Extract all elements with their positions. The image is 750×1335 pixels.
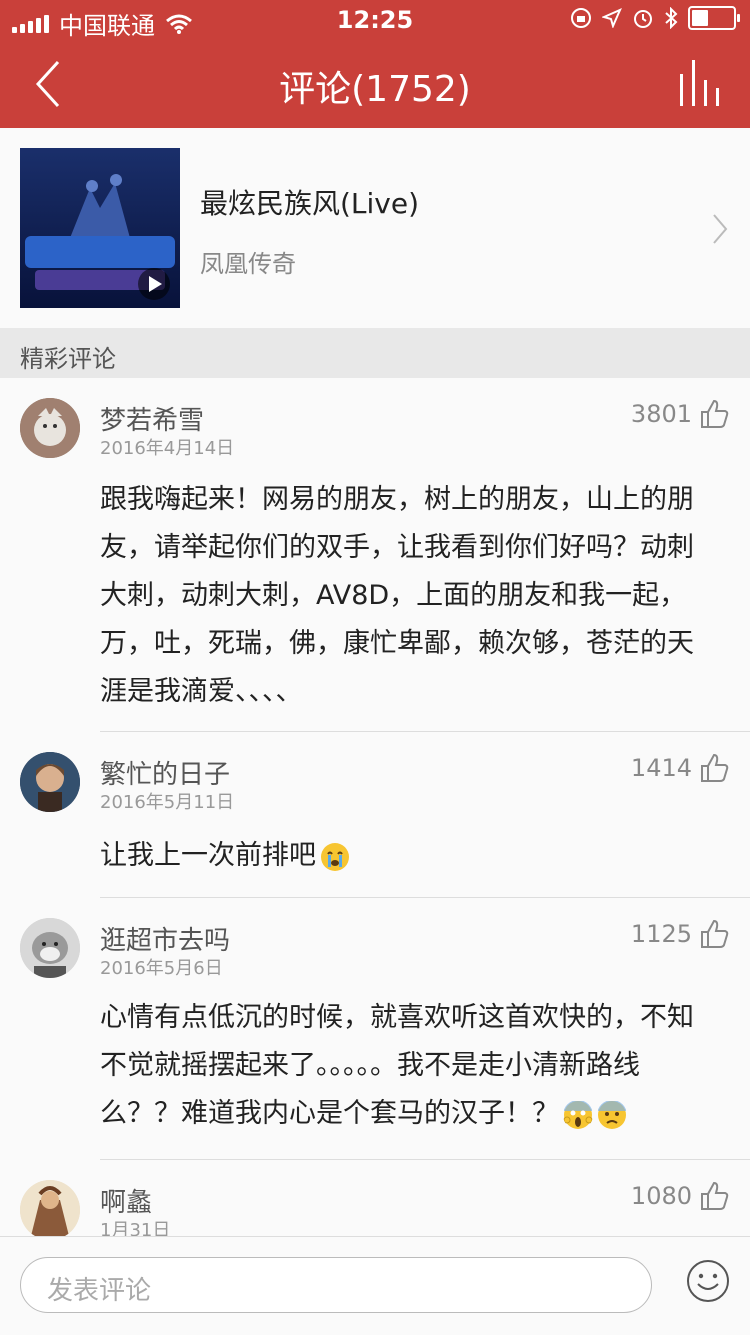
- thumbs-up-icon: [701, 753, 729, 782]
- song-card[interactable]: 最炫民族风(Live) 凤凰传奇: [0, 128, 750, 328]
- screaming-emoji-icon: [563, 1100, 593, 1129]
- comment-item: 逛超市去吗 2016年5月6日 1125 心情有点低沉的时候，就喜欢听这首欢快的…: [0, 898, 750, 1160]
- comment-date: 2016年5月6日: [100, 958, 223, 979]
- cover-art: [20, 148, 180, 308]
- comment-input-placeholder: 发表评论: [47, 1276, 152, 1306]
- status-bar: 中国联通 12:25: [0, 0, 750, 40]
- comment-text: 让我上一次前排吧: [100, 840, 316, 871]
- comment-item: 梦若希雪 2016年4月14日 3801 跟我嗨起来！网易的朋友，树上的朋友，山…: [0, 378, 750, 732]
- like-button[interactable]: 1414: [631, 752, 730, 784]
- comment-date: 2016年5月11日: [100, 792, 235, 813]
- avatar[interactable]: [20, 918, 80, 978]
- page-title: 评论(1752): [279, 69, 471, 110]
- thumbs-up-icon: [701, 399, 729, 428]
- like-count: 1414: [630, 754, 692, 782]
- nav-bar: 评论(1752): [0, 40, 750, 128]
- comment-username[interactable]: 梦若希雪: [100, 400, 204, 437]
- song-title: 最炫民族风(Live): [200, 187, 420, 220]
- battery-icon: [688, 6, 740, 30]
- comment-input[interactable]: 发表评论: [20, 1257, 652, 1313]
- comment-date: 1月31日: [100, 1220, 171, 1236]
- comment-username[interactable]: 繁忙的日子: [100, 754, 230, 791]
- comment-date: 2016年4月14日: [100, 438, 235, 459]
- like-count: 1125: [630, 920, 692, 948]
- thumbs-up-icon: [701, 1181, 729, 1210]
- thumbs-up-icon: [701, 919, 729, 948]
- song-artist: 凤凰传奇: [200, 250, 296, 278]
- like-button[interactable]: 1125: [631, 918, 730, 950]
- song-cover[interactable]: [20, 148, 180, 308]
- like-button[interactable]: 1080: [631, 1180, 730, 1212]
- comment-input-bar: 发表评论: [0, 1236, 750, 1335]
- rotation-lock-icon: [571, 8, 591, 28]
- section-header: 精彩评论: [0, 328, 750, 378]
- crying-emoji-icon: [321, 842, 349, 871]
- comment-username[interactable]: 啊蠡: [100, 1182, 152, 1219]
- like-count: 3801: [630, 400, 692, 428]
- comment-username[interactable]: 逛超市去吗: [100, 920, 230, 957]
- comment-text-wrap: 让我上一次前排吧: [100, 832, 720, 880]
- chevron-right-icon: [713, 214, 728, 244]
- like-button[interactable]: 3801: [631, 398, 730, 430]
- comment-item: 繁忙的日子 2016年5月11日 1414 让我上一次前排吧: [0, 732, 750, 898]
- avatar[interactable]: [20, 398, 80, 458]
- comment-text: 跟我嗨起来！网易的朋友，树上的朋友，山上的朋友，请举起你们的双手，让我看到你们好…: [100, 484, 694, 707]
- avatar[interactable]: [20, 1180, 80, 1236]
- emoji-picker-icon[interactable]: [686, 1259, 730, 1303]
- section-title: 精彩评论: [20, 345, 116, 373]
- avatar[interactable]: [20, 752, 80, 812]
- top-bar: 中国联通 12:25 评论(1752): [0, 0, 750, 128]
- alarm-icon: [634, 10, 652, 28]
- comment-text-wrap: 心情有点低沉的时候，就喜欢听这首欢快的，不知不觉就摇摆起来了。。。。。我不是走小…: [100, 994, 720, 1138]
- equalizer-icon[interactable]: [678, 58, 724, 108]
- location-icon: [602, 8, 622, 28]
- comment-item: 啊蠡 1月31日 1080: [0, 1160, 750, 1236]
- like-count: 1080: [630, 1182, 692, 1210]
- fearful-emoji-icon: [598, 1100, 626, 1129]
- bluetooth-icon: [665, 7, 678, 29]
